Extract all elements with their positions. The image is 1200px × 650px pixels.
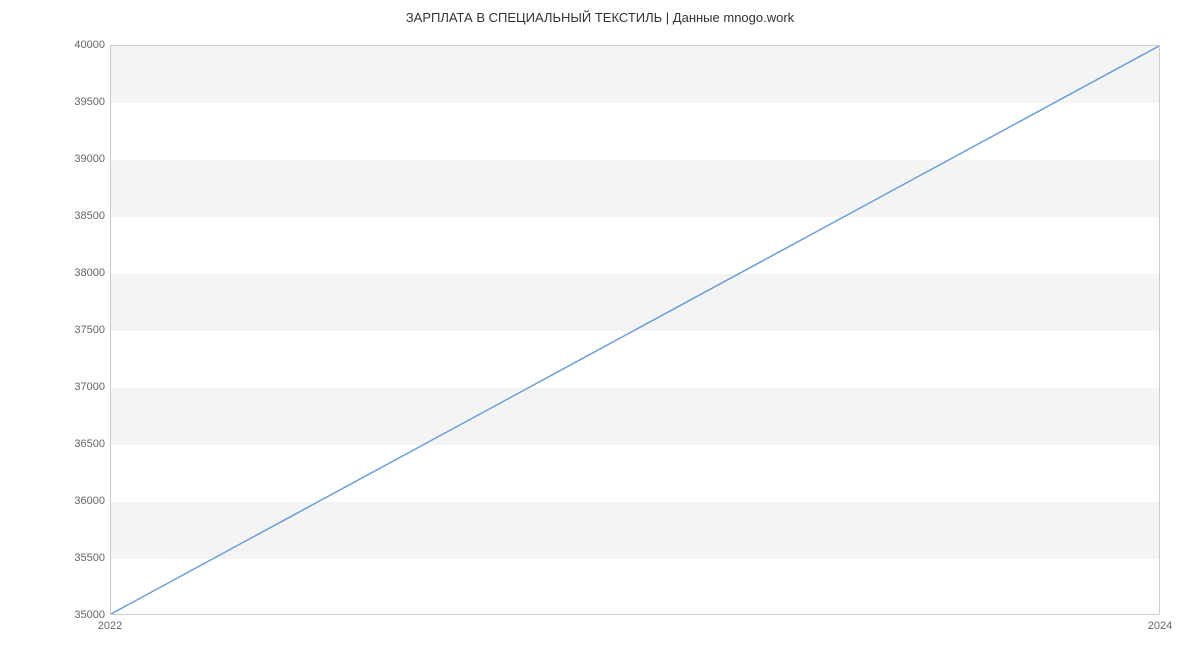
y-tick-label: 37000 xyxy=(55,381,105,393)
chart-plot-area xyxy=(110,45,1160,615)
chart-title: ЗАРПЛАТА В СПЕЦИАЛЬНЫЙ ТЕКСТИЛЬ | Данные… xyxy=(0,0,1200,25)
y-tick-label: 38000 xyxy=(55,267,105,279)
x-tick-label: 2022 xyxy=(98,620,122,632)
y-tick-label: 39500 xyxy=(55,96,105,108)
y-tick-label: 37500 xyxy=(55,324,105,336)
y-tick-label: 40000 xyxy=(55,39,105,51)
x-tick-label: 2024 xyxy=(1148,620,1172,632)
y-tick-label: 35500 xyxy=(55,552,105,564)
chart-line xyxy=(111,46,1159,614)
y-tick-label: 36000 xyxy=(55,495,105,507)
y-tick-label: 39000 xyxy=(55,153,105,165)
y-tick-label: 38500 xyxy=(55,210,105,222)
y-tick-label: 36500 xyxy=(55,438,105,450)
